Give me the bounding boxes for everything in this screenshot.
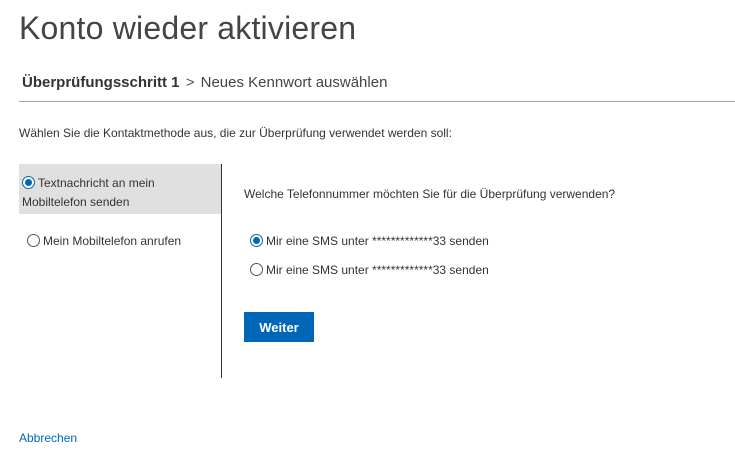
contact-method-sms[interactable]: Textnachricht an mein Mobiltelefon sende… [19,164,221,214]
phone-option-1-label: Mir eine SMS unter *************33 sende… [266,234,489,248]
phone-option-2-label: Mir eine SMS unter *************33 sende… [266,263,489,277]
contact-method-call-radio[interactable] [27,234,40,247]
header-divider [19,101,735,102]
phone-option-2[interactable]: Mir eine SMS unter *************33 sende… [250,263,489,277]
instruction-text: Wählen Sie die Kontaktmethode aus, die z… [19,126,452,140]
contact-method-call[interactable]: Mein Mobiltelefon anrufen [19,214,221,251]
cancel-link[interactable]: Abbrechen [19,431,77,445]
phone-option-2-radio[interactable] [250,263,263,276]
next-button[interactable]: Weiter [244,312,314,342]
breadcrumb-current-step: Überprüfungsschritt 1 [22,74,180,91]
contact-method-call-label: Mein Mobiltelefon anrufen [43,234,182,248]
phone-question: Welche Telefonnummer möchten Sie für die… [244,187,616,201]
breadcrumb-next-step: Neues Kennwort auswählen [200,74,388,91]
contact-method-sms-radio[interactable] [22,176,35,189]
phone-option-1[interactable]: Mir eine SMS unter *************33 sende… [250,234,489,248]
breadcrumb: Überprüfungsschritt 1 > Neues Kennwort a… [22,74,387,91]
breadcrumb-separator: > [185,74,195,91]
reactivate-account-page: Konto wieder aktivieren Überprüfungsschr… [0,0,735,474]
contact-method-list: Textnachricht an mein Mobiltelefon sende… [19,164,221,378]
contact-method-sms-label: Textnachricht an mein Mobiltelefon sende… [22,176,155,209]
panel-divider [221,164,222,378]
page-title: Konto wieder aktivieren [19,10,357,46]
phone-option-1-radio[interactable] [250,234,263,247]
